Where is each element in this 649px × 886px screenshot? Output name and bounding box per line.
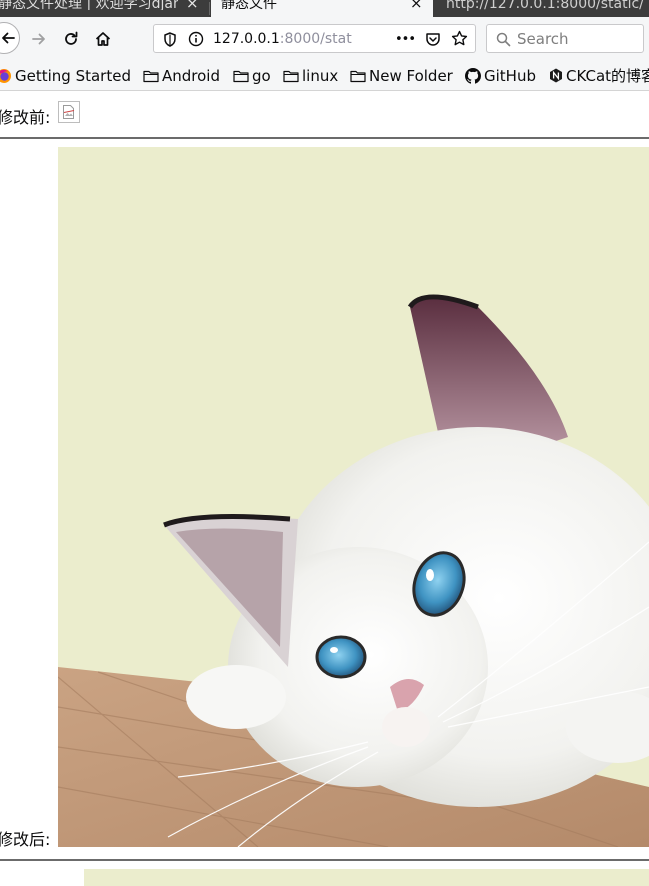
tab-static-files-docs[interactable]: 静态文件处理 | 欢迎学习django × [0,0,209,17]
search-icon [495,31,511,47]
site-icon [550,68,562,83]
reload-button[interactable] [60,28,82,50]
tab-static-url[interactable]: http://127.0.0.1:8000/static/ [436,0,649,17]
bookmark-label: Getting Started [15,66,131,85]
folder-icon [233,70,249,82]
folder-icon [283,70,299,82]
tab-title: 静态文件处理 | 欢迎学习django [0,0,178,10]
bookmark-folder-new-folder[interactable]: New Folder [350,66,453,85]
url-bar[interactable]: 127.0.0.1:8000/stat ••• [153,24,476,53]
horizontal-rule [0,859,649,861]
page-content: 修改前: 修改后: [0,91,649,886]
url-host: 127.0.0.1 [213,31,280,47]
page-actions-icon[interactable]: ••• [394,31,416,47]
bookmark-label: GitHub [484,66,536,85]
folder-icon [350,70,366,82]
tab-close-icon[interactable]: × [186,0,199,11]
reload-icon [65,31,78,45]
url-path: :8000/stat [279,31,352,47]
bookmark-star-icon[interactable] [451,30,468,47]
url-text[interactable]: 127.0.0.1:8000/stat [213,30,361,48]
bookmark-label: go [252,66,271,85]
bookmark-folder-linux[interactable]: linux [283,66,338,85]
forward-button[interactable] [28,28,50,50]
back-arrow-icon [2,32,15,44]
github-icon [465,67,481,84]
tab-bar: 静态文件处理 | 欢迎学习django × 静态文件 × http://127.… [0,0,649,17]
bookmark-label: linux [302,66,339,85]
after-label: 修改后: [0,830,51,849]
pocket-icon[interactable] [425,31,441,47]
tab-title: http://127.0.0.1:8000/static/ [446,0,644,12]
tab-title: 静态文件 [221,0,277,12]
horizontal-rule [0,137,649,139]
firefox-icon [0,68,11,83]
bookmark-folder-go[interactable]: go [233,66,271,85]
navigation-toolbar: 127.0.0.1:8000/stat ••• Search [0,17,649,61]
tab-close-icon[interactable]: × [410,0,423,11]
home-button[interactable] [92,28,114,50]
tab-divider [209,2,210,15]
bookmark-label: New Folder [369,66,453,85]
broken-image-icon [58,101,80,123]
bookmarks-toolbar: Getting Started Android go linux New Fol… [0,61,649,91]
forward-arrow-icon [32,33,45,45]
shield-icon[interactable] [162,31,178,47]
back-button[interactable] [0,22,20,54]
cat-image-second [84,869,649,886]
before-label: 修改前: [0,108,51,127]
info-icon[interactable] [188,31,204,47]
bookmark-github[interactable]: GitHub [465,66,536,85]
tab-static-files[interactable]: 静态文件 × [211,0,433,17]
search-bar[interactable]: Search [486,24,644,53]
bookmark-ckcat-blog[interactable]: CKCat的博客 [549,66,649,85]
bookmark-label: Android [162,66,220,85]
bookmark-label: CKCat的博客 [566,67,649,85]
folder-icon [143,70,159,82]
search-placeholder: Search [517,30,569,48]
bookmark-getting-started[interactable]: Getting Started [0,66,131,85]
bookmark-folder-android[interactable]: Android [143,66,220,85]
cat-image [58,147,649,847]
home-icon [95,32,111,46]
